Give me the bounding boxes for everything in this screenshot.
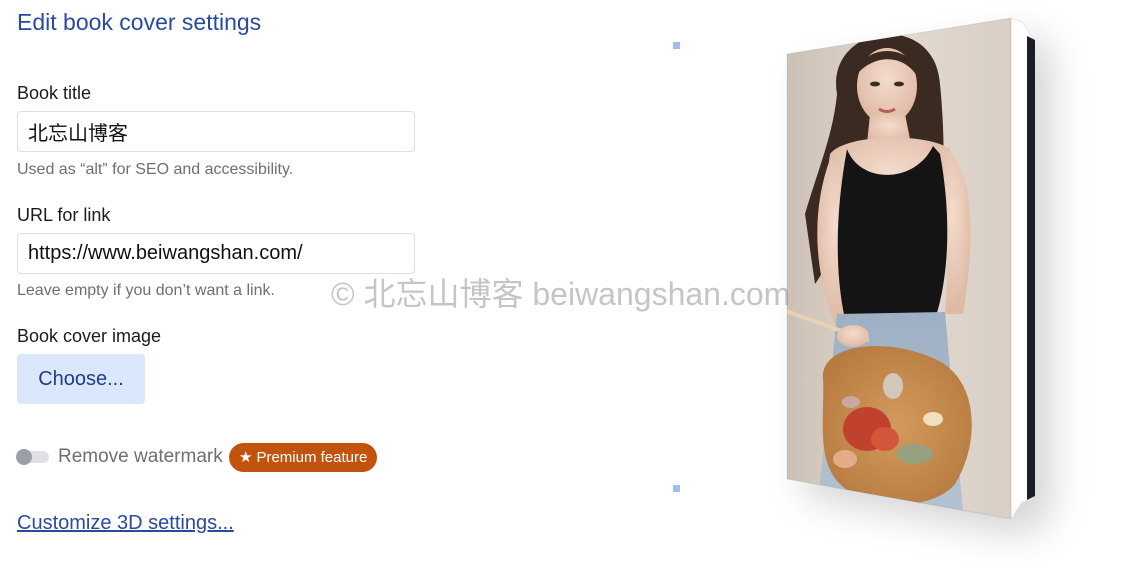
book-title-label: Book title: [17, 83, 92, 103]
resize-handle-bottom[interactable]: [673, 485, 680, 492]
choose-image-button[interactable]: Choose...: [17, 354, 145, 404]
premium-badge: ★ Premium feature: [229, 443, 378, 472]
resize-handle-top[interactable]: [673, 42, 680, 49]
customize-3d-link[interactable]: Customize 3D settings...: [17, 512, 234, 535]
star-icon: ★: [239, 449, 253, 466]
cover-image-label: Book cover image: [17, 326, 162, 346]
premium-badge-text: Premium feature: [256, 449, 368, 466]
book-title-input[interactable]: [17, 111, 415, 152]
toggle-knob: [16, 449, 32, 465]
url-label: URL for link: [17, 205, 111, 225]
book-3d-preview: [775, 14, 1055, 534]
book-cover-image: [787, 18, 1011, 519]
url-hint: Leave empty if you don’t want a link.: [17, 282, 275, 299]
book-back-cover: [1027, 36, 1035, 500]
remove-watermark-label: Remove watermark: [58, 446, 223, 467]
watermark-overlay: © 北忘山博客 beiwangshan.com: [331, 276, 791, 312]
remove-watermark-toggle[interactable]: [16, 449, 49, 465]
url-input[interactable]: [17, 233, 415, 274]
book-3d-svg: [786, 17, 1035, 521]
book-title-hint: Used as “alt” for SEO and accessibility.: [17, 161, 294, 178]
page-title: Edit book cover settings: [17, 9, 262, 35]
